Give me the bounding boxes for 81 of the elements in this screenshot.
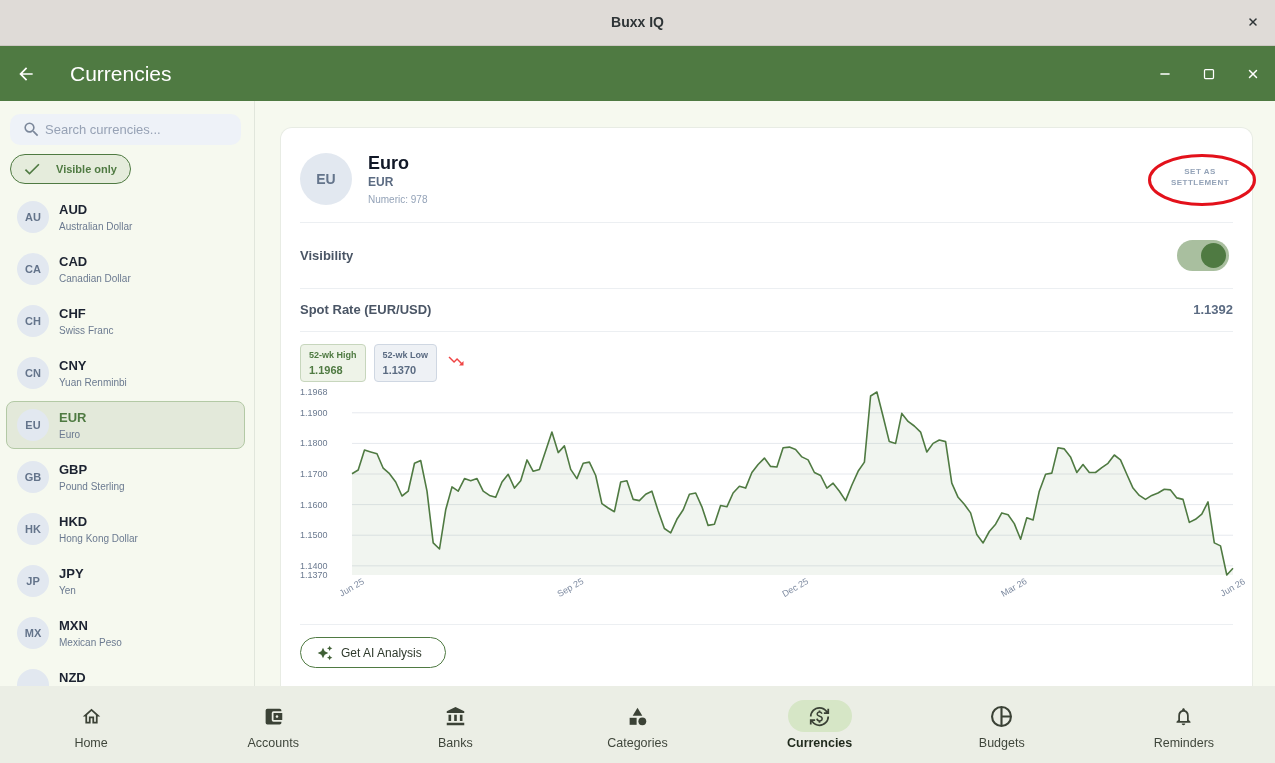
currency-code: GBP (59, 461, 89, 477)
x-axis-label: Jun 26 (1218, 576, 1247, 599)
currency-list-item[interactable]: MX MXN Mexican Peso (6, 609, 245, 657)
numeric-code: Numeric: 978 (368, 193, 428, 206)
y-axis-label: 1.1900 (300, 407, 328, 418)
y-axis-label: 1.1600 (300, 499, 328, 510)
y-axis-label: 1.1968 (300, 387, 328, 397)
initials-avatar: GB (17, 461, 49, 493)
currency-list-item[interactable]: CA CAD Canadian Dollar (6, 245, 245, 293)
search-icon (22, 120, 41, 139)
window-title: Buxx IQ (611, 13, 664, 32)
y-axis-label: 1.1800 (300, 438, 328, 449)
currency-exchange-icon (809, 705, 831, 727)
x-axis-label: Mar 26 (999, 576, 1029, 599)
currency-code: AUD (59, 201, 89, 217)
x-axis-label: Dec 25 (780, 576, 811, 599)
initials-avatar: JP (17, 565, 49, 597)
bank-icon (444, 705, 466, 727)
initials-avatar: EU (17, 409, 49, 441)
currency-name: Australian Dollar (59, 219, 133, 233)
stat-value: 1.1968 (309, 362, 344, 377)
currency-list-item[interactable]: GB GBP Pound Sterling (6, 453, 245, 501)
initials-avatar: AU (17, 201, 49, 233)
y-axis-label: 1.1370 (300, 570, 328, 580)
currency-code: CAD (59, 253, 89, 269)
close-icon[interactable] (1247, 16, 1259, 28)
initials-avatar: CN (17, 357, 49, 389)
bottom-nav-tab[interactable]: Currencies (728, 686, 911, 763)
stat-label: 52-wk Low (382, 349, 429, 361)
currency-code: NZD (59, 669, 86, 685)
stat-value: 1.1370 (382, 362, 418, 377)
bottom-nav-tab[interactable]: Accounts (182, 686, 365, 763)
initials-avatar: CA (17, 253, 49, 285)
visibility-switch[interactable] (1177, 240, 1229, 271)
y-axis-label: 1.1400 (300, 560, 328, 571)
currency-name: Canadian Dollar (59, 271, 131, 285)
currency-code: CHF (59, 305, 87, 321)
currency-code: EUR (59, 409, 87, 425)
bottom-nav-tab[interactable]: Budgets (910, 686, 1093, 763)
search-field[interactable]: Search currencies... (10, 114, 241, 145)
currency-list-item[interactable]: CH CHF Swiss Franc (6, 297, 245, 345)
currency-name: Yuan Renminbi (59, 375, 127, 389)
x-axis-label: Sep 25 (555, 576, 586, 599)
initials-avatar: MX (17, 617, 49, 649)
currency-name: Yen (59, 583, 77, 597)
sparkles-icon (317, 644, 333, 661)
y-axis-label: 1.1500 (300, 530, 328, 541)
y-axis-label: 1.1700 (300, 469, 328, 479)
currency-code: HKD (59, 513, 89, 529)
currency-name: Mexican Peso (59, 635, 122, 649)
spot-rate-value: 1.1392 (1193, 301, 1233, 320)
currency-list-item[interactable]: AU AUD Australian Dollar (6, 193, 245, 241)
currency-list-item[interactable]: EU EUR Euro (6, 401, 245, 449)
visible-only-filter[interactable]: Visible only (10, 154, 131, 184)
bottom-nav-tab[interactable]: Reminders (1092, 686, 1275, 763)
currency-name: Euro (59, 427, 82, 441)
bottom-nav-tab[interactable]: Categories (546, 686, 729, 763)
currency-code: EUR (368, 175, 395, 190)
currency-list-item[interactable]: JP JPY Yen (6, 557, 245, 605)
currency-name: Hong Kong Dollar (59, 531, 138, 545)
bottom-nav-tab[interactable]: Home (0, 686, 183, 763)
maximize-icon[interactable] (1203, 67, 1215, 80)
currency-list-item[interactable]: HK HKD Hong Kong Dollar (6, 505, 245, 553)
pie-chart-icon (991, 705, 1013, 727)
shapes-icon (627, 705, 648, 727)
spot-rate-label: Spot Rate (EUR/USD) (300, 301, 432, 320)
page-title: Currencies (70, 60, 172, 87)
currency-code: CNY (59, 357, 88, 373)
currency-code: JPY (59, 565, 84, 581)
visibility-label: Visibility (300, 246, 354, 265)
initials-avatar: CH (17, 305, 49, 337)
currency-name: Pound Sterling (59, 479, 125, 493)
bottom-nav-tab[interactable]: Banks (364, 686, 547, 763)
x-axis-label: Jun 25 (337, 576, 366, 599)
initials-avatar: HK (17, 513, 49, 545)
currency-title: Euro (368, 152, 410, 174)
stat-label: 52-wk High (309, 349, 357, 361)
initials-avatar: EU (300, 153, 352, 205)
currency-code: MXN (59, 617, 89, 633)
currency-name: Swiss Franc (59, 323, 114, 337)
currency-list-item[interactable]: CN CNY Yuan Renminbi (6, 349, 245, 397)
